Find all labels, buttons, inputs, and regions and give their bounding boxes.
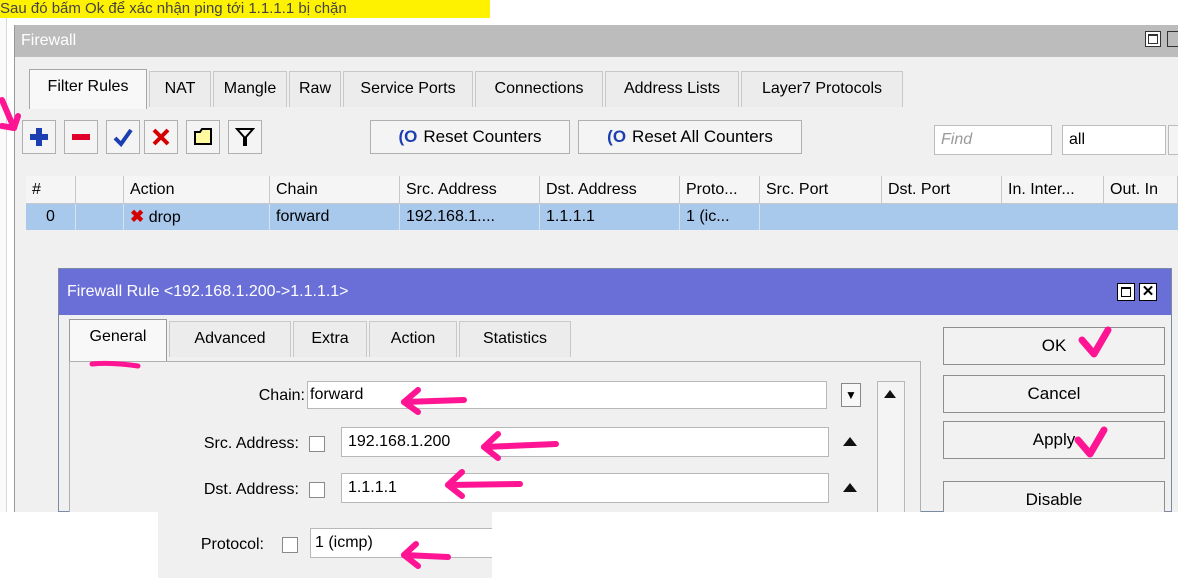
annotation-arrow-dst: [445, 469, 523, 499]
annotation-arrow-add: [0, 97, 21, 131]
annotation-arrow-protocol: [401, 541, 451, 569]
annotation-arrow-src: [481, 431, 559, 461]
annotation-overlay: [0, 97, 1112, 569]
annotation-arrow-chain: [401, 387, 467, 415]
annotation-check-apply: [1074, 426, 1108, 458]
annotation-check-ok: [1078, 326, 1112, 358]
annotation-underline-general: [89, 360, 141, 369]
